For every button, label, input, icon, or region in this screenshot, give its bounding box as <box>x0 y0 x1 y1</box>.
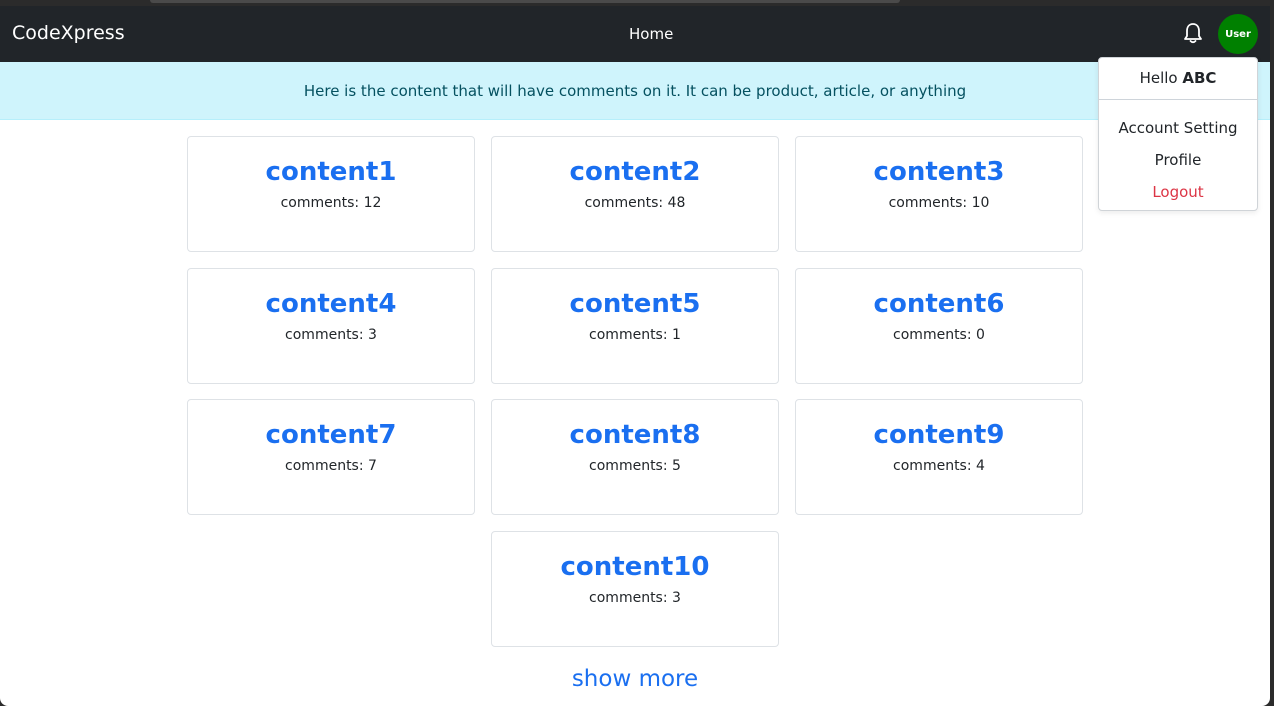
info-alert: Here is the content that will have comme… <box>0 62 1270 120</box>
bell-icon[interactable] <box>1183 22 1203 44</box>
username: ABC <box>1182 69 1217 87</box>
profile-menu-item[interactable]: Profile <box>1099 144 1257 176</box>
content-card: content3 comments: 10 <box>795 136 1083 252</box>
show-more-link[interactable]: show more <box>0 666 1270 692</box>
content-card: content4 comments: 3 <box>187 268 475 384</box>
comment-count: comments: 0 <box>893 327 985 343</box>
user-dropdown-menu: Hello ABC Account Setting Profile Logout <box>1098 57 1258 211</box>
content-card: content2 comments: 48 <box>491 136 779 252</box>
content-title-link[interactable]: content2 <box>492 157 778 187</box>
tab-bar-line <box>150 0 900 3</box>
content-card: content10 comments: 3 <box>491 531 779 647</box>
nav-home-link[interactable]: Home <box>629 25 673 43</box>
dropdown-divider <box>1099 99 1257 100</box>
comment-count: comments: 4 <box>893 458 985 474</box>
comment-count: comments: 7 <box>285 458 377 474</box>
brand-logo[interactable]: CodeXpress <box>12 22 125 44</box>
content-title-link[interactable]: content1 <box>188 157 474 187</box>
comment-count: comments: 3 <box>285 327 377 343</box>
comment-count: comments: 48 <box>584 195 686 211</box>
logout-menu-item[interactable]: Logout <box>1099 176 1257 208</box>
content-card: content7 comments: 7 <box>187 399 475 515</box>
comment-count: comments: 3 <box>589 590 681 606</box>
greeting-text: Hello <box>1139 69 1178 87</box>
navbar: CodeXpress Home User <box>0 6 1270 62</box>
user-greeting: Hello ABC <box>1099 69 1257 91</box>
user-avatar-button[interactable]: User <box>1218 14 1258 54</box>
app-window: CodeXpress Home User Here is the content… <box>0 6 1270 706</box>
avatar-label: User <box>1225 28 1251 40</box>
content-card: content6 comments: 0 <box>795 268 1083 384</box>
alert-text: Here is the content that will have comme… <box>303 81 967 100</box>
comment-count: comments: 10 <box>888 195 990 211</box>
content-title-link[interactable]: content9 <box>796 420 1082 450</box>
content-title-link[interactable]: content3 <box>796 157 1082 187</box>
content-title-link[interactable]: content6 <box>796 289 1082 319</box>
content-title-link[interactable]: content4 <box>188 289 474 319</box>
comment-count: comments: 5 <box>589 458 681 474</box>
content-title-link[interactable]: content5 <box>492 289 778 319</box>
content-title-link[interactable]: content8 <box>492 420 778 450</box>
comment-count: comments: 12 <box>280 195 382 211</box>
comment-count: comments: 1 <box>589 327 681 343</box>
content-card: content8 comments: 5 <box>491 399 779 515</box>
account-setting-menu-item[interactable]: Account Setting <box>1099 112 1257 144</box>
content-card: content5 comments: 1 <box>491 268 779 384</box>
content-title-link[interactable]: content7 <box>188 420 474 450</box>
content-card: content1 comments: 12 <box>187 136 475 252</box>
content-title-link[interactable]: content10 <box>492 552 778 582</box>
content-card: content9 comments: 4 <box>795 399 1083 515</box>
